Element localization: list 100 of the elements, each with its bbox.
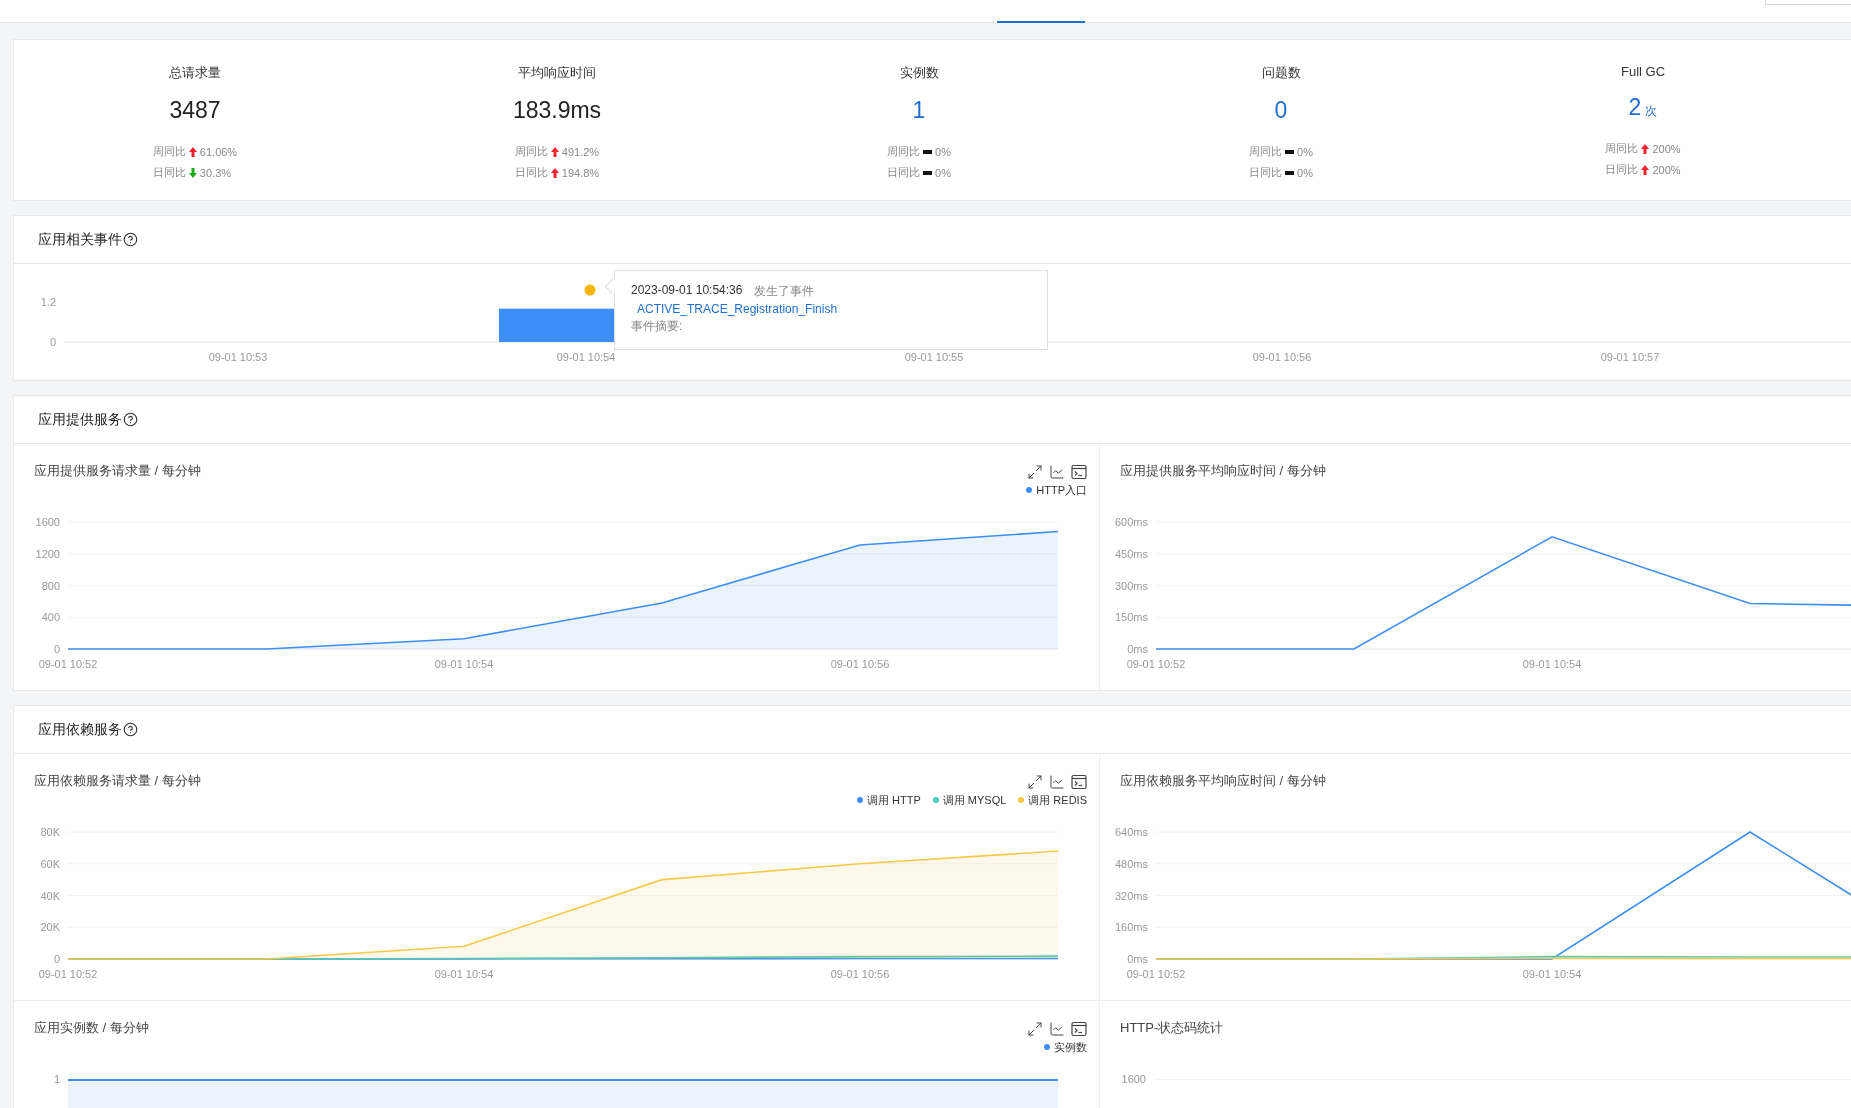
line-chart-icon[interactable] (1049, 774, 1065, 790)
stat-value: 3487 (169, 97, 221, 124)
axis-label: 0ms (1127, 643, 1148, 655)
section-title: 应用相关事件 (38, 230, 122, 249)
compare-label: 周同比 (1249, 144, 1283, 159)
help-icon[interactable] (123, 412, 138, 427)
line-chart-icon[interactable] (1049, 464, 1065, 480)
stat-value[interactable]: 1 (912, 97, 926, 124)
legend-item[interactable]: 实例数 (1044, 1039, 1087, 1055)
unit-label: 次 (1645, 103, 1658, 120)
compare-value: 61.06% (199, 145, 238, 158)
axis-label: 400 (41, 611, 60, 624)
axis-label: 450ms (1114, 547, 1148, 560)
axis-label: 80K (40, 826, 60, 838)
chart-title: 应用依赖服务请求量 / 每分钟 (34, 772, 201, 790)
help-icon[interactable] (123, 232, 138, 247)
compare-label: 日同比 (152, 165, 186, 180)
compare-label: 周同比 (1605, 141, 1639, 156)
section-title: 应用依赖服务 (38, 720, 122, 739)
legend-item[interactable]: 调用 REDIS (1018, 792, 1087, 808)
stat-label: 平均响应时间 (518, 64, 596, 82)
axis-label: 09-01 10:56 (830, 968, 890, 980)
compare-value: 491.2% (561, 145, 600, 158)
event-link[interactable]: ACTIVE_TRACE_Registration_Finish (637, 302, 838, 316)
event-time: 2023-09-01 10:54:36 (631, 283, 743, 299)
axis-label: 09-01 10:52 (38, 968, 98, 980)
compare-value: 0% (1297, 166, 1313, 179)
axis-label: 320ms (1114, 889, 1148, 902)
terminal-window-icon[interactable] (1071, 774, 1087, 790)
axis-label: 09-01 10:56 (830, 658, 890, 670)
axis-label: 640ms (1114, 826, 1148, 838)
axis-label: 09-01 10:54 (434, 658, 494, 670)
axis-label: 40K (40, 889, 60, 902)
axis-label: 1600 (1120, 1073, 1146, 1086)
select-field[interactable] (1765, 0, 1851, 5)
compare-label: 周同比 (152, 144, 186, 159)
axis-label: 09-01 10:54 (1522, 658, 1582, 670)
stat-label: 总请求量 (169, 64, 221, 82)
axis-label: 300ms (1114, 579, 1148, 592)
compare-label: 日同比 (887, 165, 921, 180)
compare-value: 0% (935, 145, 951, 158)
axis-label: 20K (40, 921, 60, 934)
axis-label: 480ms (1114, 857, 1148, 870)
compare-value: 200% (1652, 163, 1681, 176)
compare-value: 30.3% (199, 166, 232, 179)
chart-title: 应用提供服务请求量 / 每分钟 (34, 462, 201, 480)
compare-value: 194.8% (561, 166, 600, 179)
stat-value[interactable]: 2 (1628, 94, 1642, 121)
legend-item[interactable]: HTTP入口 (1026, 482, 1087, 498)
line-chart-icon[interactable] (1049, 1021, 1065, 1037)
axis-label: 09-01 10:54 (1522, 968, 1582, 980)
stat-value: 183.9ms (512, 97, 602, 124)
axis-label: 09-01 10:54 (434, 968, 494, 980)
axis-label: 09-01 10:52 (38, 658, 98, 670)
axis-label: 0 (53, 643, 60, 655)
summary-label: 事件摘要: (631, 318, 684, 335)
compare-label: 日同比 (514, 165, 548, 180)
compare-label: 周同比 (887, 144, 921, 159)
axis-label: 1200 (35, 547, 60, 560)
help-icon[interactable] (123, 722, 138, 737)
axis-label: 09-01 10:57 (1600, 351, 1660, 363)
compare-value: 0% (1297, 145, 1313, 158)
legend-item[interactable]: 调用 MYSQL (932, 792, 1007, 808)
compare-label: 日同比 (1249, 165, 1283, 180)
axis-label: 1.2 (40, 296, 56, 308)
chart-title: 应用提供服务平均响应时间 / 每分钟 (1120, 462, 1326, 480)
axis-label: 60K (40, 857, 60, 870)
axis-label: 0 (49, 336, 56, 348)
axis-label: 1 (52, 1073, 60, 1086)
stat-label: Full GC (1620, 64, 1666, 79)
chart-title: 应用实例数 / 每分钟 (34, 1019, 149, 1037)
terminal-window-icon[interactable] (1071, 1021, 1087, 1037)
axis-label: 09-01 10:53 (208, 351, 268, 363)
stat-label: 问题数 (1261, 64, 1301, 82)
axis-label: 800 (41, 579, 60, 592)
axis-label: 600ms (1114, 516, 1148, 528)
axis-label: 1600 (35, 516, 60, 528)
expand-icon[interactable] (1027, 774, 1043, 790)
compare-value: 200% (1652, 142, 1681, 155)
chart-title: 应用依赖服务平均响应时间 / 每分钟 (1120, 772, 1326, 790)
axis-label: 09-01 10:55 (904, 351, 964, 363)
compare-label: 日同比 (1605, 162, 1639, 177)
axis-label: 0 (53, 953, 60, 965)
legend-item[interactable]: 调用 HTTP (856, 792, 921, 808)
expand-icon[interactable] (1027, 1021, 1043, 1037)
terminal-window-icon[interactable] (1071, 464, 1087, 480)
event-marker[interactable] (584, 284, 596, 296)
axis-label: 09-01 10:54 (556, 351, 616, 363)
section-title: 应用提供服务 (38, 410, 122, 429)
event-action: 发生了事件 (754, 283, 815, 300)
axis-label: 0ms (1127, 953, 1148, 965)
axis-label: 09-01 10:56 (1252, 351, 1312, 363)
axis-label: 09-01 10:52 (1126, 968, 1186, 980)
stat-value[interactable]: 0 (1274, 97, 1288, 124)
axis-label: 150ms (1114, 611, 1148, 624)
chart-title: HTTP-状态码统计 (1120, 1019, 1224, 1037)
compare-value: 0% (935, 166, 951, 179)
expand-icon[interactable] (1027, 464, 1043, 480)
stat-label: 实例数 (899, 64, 939, 82)
axis-label: 09-01 10:52 (1126, 658, 1186, 670)
